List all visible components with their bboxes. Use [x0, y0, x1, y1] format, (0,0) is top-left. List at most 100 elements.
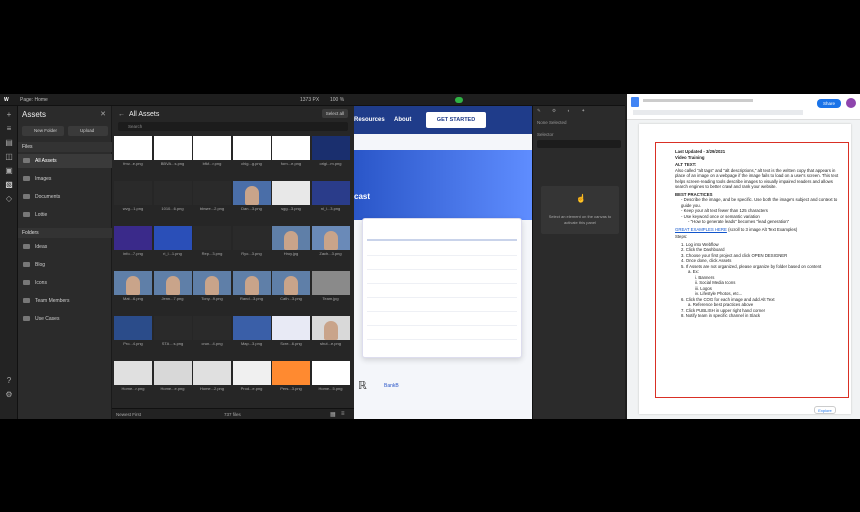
- avatar[interactable]: [846, 98, 856, 108]
- asset-tile[interactable]: Rand...3.png: [232, 271, 271, 303]
- cms-icon[interactable]: ◫: [4, 152, 14, 162]
- webflow-logo-icon[interactable]: W: [4, 97, 9, 103]
- settings-icon[interactable]: ⚙: [4, 390, 14, 400]
- explore-button[interactable]: Explore: [814, 406, 836, 414]
- navigator-icon[interactable]: ≡: [4, 124, 14, 134]
- asset-tile[interactable]: Jenn...7.png: [153, 271, 192, 303]
- selector-label: Selector: [537, 132, 554, 137]
- folder-icons[interactable]: Icons: [18, 276, 112, 290]
- asset-tile[interactable]: wvg...1.png: [114, 181, 152, 213]
- nav-link-about[interactable]: About: [394, 117, 411, 123]
- asset-tile[interactable]: Home...5.png: [311, 361, 350, 393]
- asset-tile[interactable]: Ryo...3.png: [232, 226, 271, 258]
- page-selector[interactable]: Page: Home: [20, 97, 48, 103]
- formatting-toolbar[interactable]: [633, 110, 803, 115]
- sidebar-item-images[interactable]: Images: [18, 172, 112, 186]
- ecommerce-icon[interactable]: ▣: [4, 166, 14, 176]
- asset-tile[interactable]: Zach...3.png: [311, 226, 350, 258]
- sidebar-item-documents[interactable]: Documents: [18, 190, 112, 204]
- empty-state-box: ☝ Select an element on the canvas to act…: [541, 186, 619, 234]
- list-view-icon[interactable]: ≡: [341, 411, 345, 417]
- asset-tile[interactable]: ri_l...1.png: [153, 226, 192, 258]
- asset-filename: BBVA...s.png: [160, 161, 185, 166]
- asset-tile[interactable]: chig...g.png: [232, 136, 271, 168]
- asset-tile[interactable]: bbwre...2.png: [193, 181, 231, 213]
- asset-tile[interactable]: nl_l...3.png: [311, 181, 350, 213]
- document-page[interactable]: Last Updated - 3/29/2021 Video Training …: [639, 124, 851, 414]
- asset-tile[interactable]: shut...e.png: [311, 316, 350, 348]
- folder-label: Blog: [35, 262, 46, 268]
- style-brush-icon[interactable]: ✎: [537, 108, 541, 113]
- asset-tile[interactable]: Home...2.png: [193, 361, 231, 393]
- nav-link-resources[interactable]: Resources: [354, 117, 385, 123]
- folder-team-members[interactable]: Team Members: [18, 294, 112, 308]
- folder-ideas[interactable]: Ideas: [18, 240, 112, 254]
- asset-tile[interactable]: Scre...6.png: [272, 316, 310, 348]
- asset-thumbnail: [114, 361, 152, 385]
- folder-blog[interactable]: Blog: [18, 258, 112, 272]
- asset-thumbnail: [272, 181, 310, 205]
- designer-canvas[interactable]: Resources About GET STARTED cast ℝ BankB: [354, 106, 532, 419]
- pages-icon[interactable]: ▤: [4, 138, 14, 148]
- asset-tile[interactable]: Rep...3.png: [193, 226, 231, 258]
- drop-icon[interactable]: ◐: [567, 108, 570, 113]
- add-panel-icon[interactable]: +: [4, 110, 14, 120]
- asset-tile[interactable]: bfkf...r.png: [193, 136, 231, 168]
- search-input[interactable]: Search: [118, 122, 348, 131]
- assets-footer: Newest First 737 files ▦ ≡: [112, 408, 354, 419]
- asset-tile[interactable]: info...7.png: [114, 226, 152, 258]
- share-button[interactable]: Share: [817, 99, 841, 108]
- examples-link[interactable]: GREAT EXAMPLES HERE: [675, 227, 727, 232]
- new-folder-button[interactable]: New Folder: [22, 126, 64, 136]
- asset-thumbnail: [153, 316, 192, 340]
- assets-icon[interactable]: ▧: [4, 180, 14, 190]
- asset-tile[interactable]: Map...3.png: [232, 316, 271, 348]
- asset-tile[interactable]: sgg...3.png: [272, 181, 310, 213]
- asset-thumbnail: [272, 136, 310, 160]
- docs-logo-icon[interactable]: [631, 97, 639, 107]
- asset-tile[interactable]: crun...4.png: [193, 316, 231, 348]
- asset-filename: Home...r.png: [121, 386, 145, 391]
- asset-tile[interactable]: BBVA...s.png: [153, 136, 192, 168]
- folder-use-cases[interactable]: Use Cases: [18, 312, 112, 326]
- client-logo-icon: ℝ: [358, 380, 367, 392]
- asset-tile[interactable]: Dan...3.png: [232, 181, 271, 213]
- back-arrow-icon[interactable]: ←: [118, 111, 125, 118]
- asset-tile[interactable]: Cath...3.png: [272, 271, 310, 303]
- asset-filename: wvg...1.png: [122, 206, 144, 211]
- asset-tile[interactable]: Pro...4.png: [114, 316, 152, 348]
- folder-icon: [23, 262, 30, 267]
- selector-field[interactable]: [537, 140, 621, 148]
- asset-tile[interactable]: Pers...3.png: [272, 361, 310, 393]
- person-photo: [244, 276, 259, 295]
- sidebar-item-all-assets[interactable]: All Assets: [18, 154, 112, 168]
- asset-tile[interactable]: Prod...e.png: [232, 361, 271, 393]
- asset-tile[interactable]: Team.jpg: [311, 271, 350, 303]
- asset-tile[interactable]: Hroy.jpg: [272, 226, 310, 258]
- asset-thumbnail: [153, 181, 192, 205]
- sidebar-item-lottie[interactable]: Lottie: [18, 208, 112, 222]
- asset-tile[interactable]: forn...e.png: [272, 136, 310, 168]
- grid-view-icon[interactable]: ▦: [330, 411, 336, 418]
- get-started-button[interactable]: GET STARTED: [426, 112, 486, 128]
- asset-tile[interactable]: Home...e.png: [153, 361, 192, 393]
- asset-tile[interactable]: fmv...e.png: [114, 136, 152, 168]
- asset-tile[interactable]: STA ...s.png: [153, 316, 192, 348]
- menu-bar[interactable]: [643, 99, 753, 102]
- settings-gear-icon[interactable]: ⚙: [552, 108, 556, 113]
- upload-button[interactable]: Upload: [68, 126, 108, 136]
- close-icon[interactable]: ✕: [100, 110, 106, 118]
- interactions-icon[interactable]: ✦: [581, 108, 585, 113]
- select-all-button[interactable]: Select all: [321, 109, 348, 118]
- cursor-icon: ☝: [576, 194, 586, 203]
- sort-dropdown[interactable]: Newest First: [116, 412, 141, 417]
- asset-tile[interactable]: Mat...6.png: [114, 271, 152, 303]
- asset-tile[interactable]: Home...r.png: [114, 361, 152, 393]
- help-icon[interactable]: ?: [4, 376, 14, 386]
- asset-thumbnail: [232, 271, 271, 295]
- asset-tile[interactable]: origi...m.png: [311, 136, 350, 168]
- asset-tile[interactable]: Tony...9.png: [193, 271, 231, 303]
- asset-filename: Pers...3.png: [280, 386, 302, 391]
- symbols-icon[interactable]: ◇: [4, 194, 14, 204]
- asset-tile[interactable]: 1010...6.png: [153, 181, 192, 213]
